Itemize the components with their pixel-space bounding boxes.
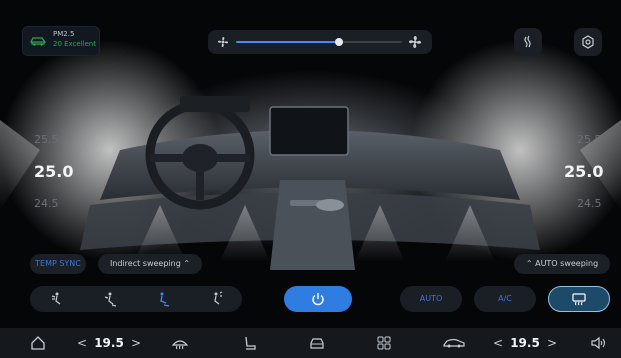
rear-defrost-icon [572,293,586,306]
settings-icon [582,35,594,49]
air-quality-card[interactable]: PM2.5 20 Excellent [22,26,100,56]
home-button[interactable] [24,328,52,358]
left-temp-decrease-button[interactable]: < [74,328,90,358]
chevron-up-icon: ⌃ [525,259,533,268]
car-air-icon [30,37,47,46]
fan-speed-fill [236,41,339,43]
passenger-temp-current[interactable]: 25.0 [564,162,603,181]
fan-speed-slider[interactable] [236,38,402,46]
indirect-sweeping-label: Indirect sweeping [109,259,181,268]
chevron-up-icon: ⌃ [183,259,191,268]
front-defrost-icon [171,340,189,350]
climate-button[interactable] [440,328,468,358]
passenger-temp-below[interactable]: 24.5 [577,197,602,210]
fan-high-icon[interactable] [408,35,422,49]
speaker-icon [591,336,606,350]
power-icon [312,293,324,306]
ac-button[interactable]: A/C [474,286,536,312]
apps-button[interactable] [372,328,396,358]
fan-speed-knob[interactable] [334,38,343,46]
driver-temp-above[interactable]: 25.5 [34,133,59,146]
driver-temp-current[interactable]: 25.0 [34,162,73,181]
seat-button[interactable] [238,328,262,358]
fan-low-icon[interactable] [216,35,230,49]
fragrance-button[interactable] [514,28,542,56]
seat-icon [245,336,256,350]
fragrance-icon [524,35,531,48]
front-defrost-button[interactable] [168,328,192,358]
car-front-icon [310,338,324,349]
auto-sweeping-button[interactable]: ⌃ AUTO sweeping [514,254,610,274]
right-temp-value: 19.5 [510,336,540,350]
left-temp-increase-button[interactable]: > [128,328,144,358]
bottom-dock: < 19.5 > < 19.5 > [0,328,621,358]
vent-face-feet-icon[interactable] [101,290,119,308]
vent-mode-selector [30,286,242,312]
car-side-icon [443,338,465,348]
power-button[interactable] [284,286,352,312]
climate-screen: PM2.5 20 Excellent 25.5 25.0 24.5 25.5 2… [0,0,621,358]
driver-temp-below[interactable]: 24.5 [34,197,59,210]
right-temp-increase-button[interactable]: > [544,328,560,358]
rear-defrost-button[interactable] [548,286,610,312]
passenger-temp-above[interactable]: 25.5 [577,133,602,146]
vehicle-button[interactable] [304,328,330,358]
vent-feet-icon[interactable] [154,290,172,308]
temp-sync-button[interactable]: TEMP SYNC [30,254,86,274]
settings-button[interactable] [574,28,602,56]
left-temp-value: 19.5 [94,336,124,350]
apps-grid-icon [377,336,391,350]
fan-speed-control [208,30,432,54]
auto-sweeping-label: AUTO sweeping [535,259,599,268]
vent-face-icon[interactable] [48,290,66,308]
home-icon [31,336,45,350]
air-quality-value: 20 Excellent [53,40,97,48]
volume-button[interactable] [586,328,610,358]
air-quality-label: PM2.5 [53,30,75,38]
auto-button[interactable]: AUTO [400,286,462,312]
vent-feet-defrost-icon[interactable] [207,290,225,308]
indirect-sweeping-button[interactable]: Indirect sweeping ⌃ [98,254,202,274]
right-temp-decrease-button[interactable]: < [490,328,506,358]
